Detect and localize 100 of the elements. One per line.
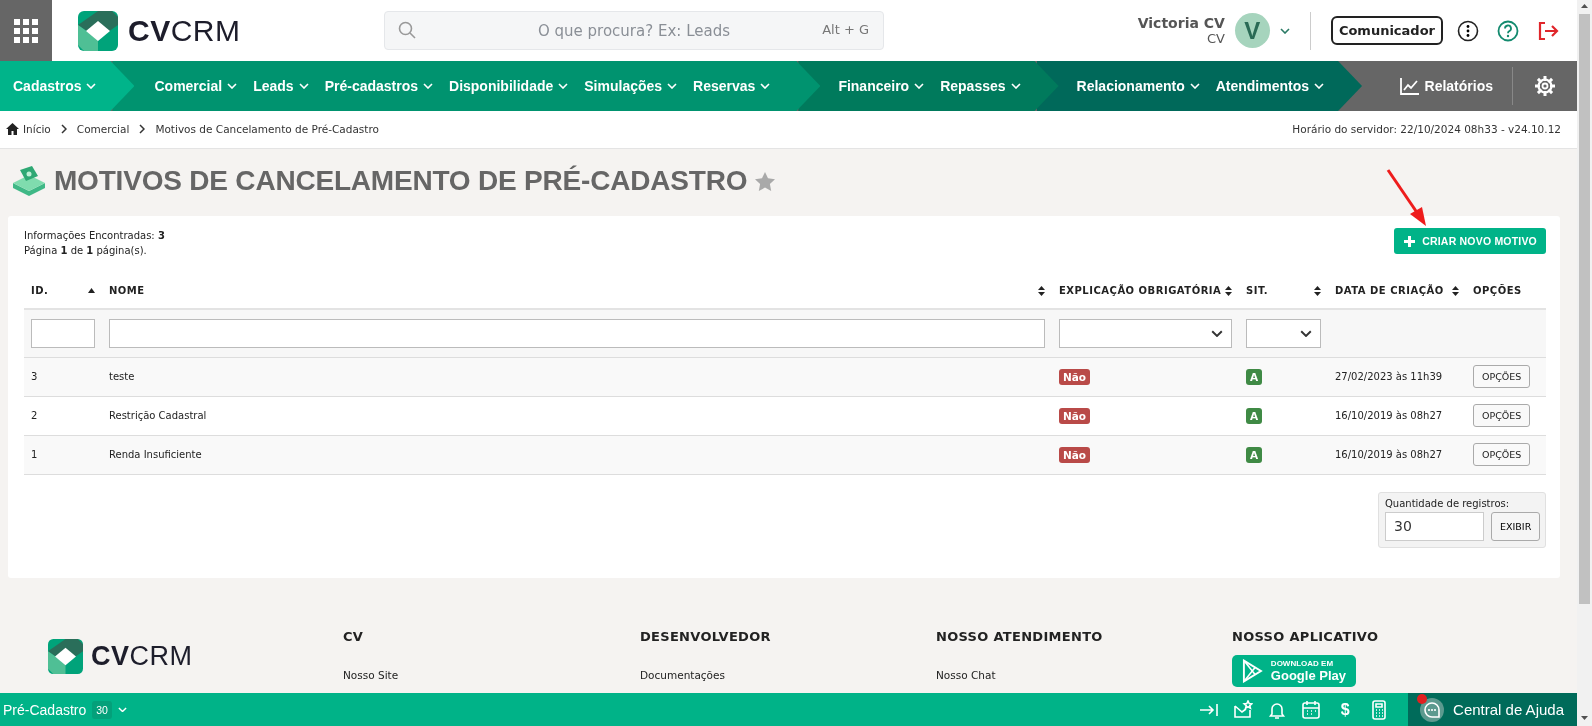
page-size-field[interactable]: 30 (1385, 511, 1484, 541)
column-header: DATA DE CRIAÇÃO (1335, 285, 1444, 296)
table-cell: 16/10/2019 às 08h27 (1335, 410, 1443, 421)
footer-link[interactable]: Documentações (640, 668, 936, 681)
chevron-icon (667, 83, 678, 89)
favorite-star-icon[interactable] (755, 171, 776, 191)
module-name: Pré-Cadastro (3, 701, 87, 718)
show-button[interactable]: EXIBIR (1491, 511, 1541, 541)
page-info: Página 1 de 1 página(s). (24, 244, 148, 258)
sort-icon[interactable] (1038, 285, 1045, 296)
chevron-icon (914, 83, 925, 89)
grid-icon (14, 18, 38, 43)
breadcrumb-link[interactable]: Início (6, 123, 51, 135)
filter-dropdown[interactable] (1059, 318, 1232, 348)
chevron-icon (227, 83, 238, 89)
filter-field[interactable] (31, 318, 95, 348)
table-cell: 3 (31, 371, 38, 382)
chevron-icon (1314, 83, 1325, 89)
chevron-icon (1279, 27, 1290, 34)
module-icon (12, 166, 46, 196)
table-cell: 1 (31, 449, 38, 460)
column-header: EXPLICAÇÃO OBRIGATÓRIA (1059, 285, 1222, 296)
user-role: CV (1206, 30, 1225, 46)
chat-icon (1419, 696, 1446, 723)
logo-text: CVCRM (91, 640, 193, 672)
nav-menu-item[interactable]: Comercial (154, 78, 238, 94)
status-badge: A (1246, 446, 1263, 463)
chevron-icon (86, 83, 97, 89)
breadcrumb-link[interactable]: Comercial (76, 123, 130, 135)
chevron-icon (1211, 329, 1223, 337)
logo-icon (78, 10, 118, 51)
nav-menu-item[interactable]: Leads (253, 78, 309, 94)
nav-menu-item[interactable]: Financeiro (838, 78, 925, 94)
sort-icon[interactable] (1452, 285, 1459, 296)
status-badge: A (1246, 407, 1263, 424)
footer-link[interactable]: Nosso Chat (936, 668, 1232, 681)
nav-menu-item[interactable]: Reservas (693, 78, 771, 94)
column-header: NOME (109, 285, 145, 296)
keyboard-shortcut: Alt + G (822, 22, 869, 37)
column-header: SIT. (1246, 285, 1269, 296)
chevron-icon (139, 124, 146, 134)
more-icon[interactable] (1457, 19, 1479, 42)
footer-heading: NOSSO APLICATIVO (1232, 627, 1380, 644)
page-size-label: Quantidade de registros: (1385, 497, 1510, 509)
status-badge: A (1246, 368, 1263, 385)
table-cell: 16/10/2019 às 08h27 (1335, 449, 1443, 460)
chevron-icon (117, 706, 127, 713)
avatar[interactable]: V (1234, 13, 1270, 48)
options-button[interactable]: OPÇÕES (1473, 365, 1531, 388)
chevron-icon (1010, 83, 1021, 89)
status-badge: Não (1059, 407, 1091, 424)
nav-menu-item[interactable]: Disponibilidade (449, 78, 569, 94)
help-icon[interactable] (1497, 19, 1519, 42)
chart-icon (1399, 77, 1419, 95)
home-icon (6, 123, 19, 135)
results-count: Informações Encontradas: 3 (24, 229, 165, 243)
chevron-icon (1189, 83, 1200, 89)
nav-menu-item[interactable]: Repasses (940, 78, 1021, 94)
nav-menu-item[interactable]: Pré-cadastros (324, 78, 434, 94)
sort-icon[interactable] (1314, 285, 1321, 296)
apps-menu-button[interactable] (0, 0, 52, 61)
column-header: OPÇÕES (1473, 285, 1522, 296)
chevron-icon (60, 124, 67, 134)
table-cell: Restrição Cadastral (109, 410, 207, 421)
reports-link[interactable]: Relatórios (1380, 77, 1512, 95)
options-button[interactable]: OPÇÕES (1473, 404, 1531, 427)
chevron-icon (760, 83, 771, 89)
options-button[interactable]: OPÇÕES (1473, 443, 1531, 466)
sort-icon[interactable] (88, 288, 95, 293)
breadcrumb-current[interactable]: Motivos de Cancelamento de Pré-Cadastro (155, 123, 379, 135)
table-cell: 2 (31, 410, 38, 421)
user-name: Victoria CV (1137, 15, 1225, 31)
status-badge: Não (1059, 368, 1091, 385)
filter-field[interactable] (109, 318, 1045, 348)
footer-heading: CV (343, 627, 365, 644)
footer-link[interactable]: Nosso Site (343, 668, 640, 681)
footer-heading: DESENVOLVEDOR (640, 627, 772, 644)
footer-heading: NOSSO ATENDIMENTO (936, 627, 1104, 644)
table-cell: 27/02/2023 às 11h39 (1335, 371, 1443, 382)
sort-icon[interactable] (1225, 285, 1232, 296)
mail-star-icon[interactable] (1233, 699, 1254, 720)
chevron-icon (558, 83, 569, 89)
calendar-icon[interactable] (1301, 699, 1322, 720)
column-header: ID. (31, 285, 49, 296)
nav-menu-item[interactable]: Relacionamento (1076, 78, 1200, 94)
chevron-icon (1300, 329, 1312, 337)
nav-menu-item[interactable]: Atendimentos (1215, 78, 1325, 94)
settings-icon[interactable] (1535, 76, 1555, 96)
chevron-icon (298, 83, 309, 89)
help-center-button[interactable]: Central de Ajuda (1408, 693, 1577, 726)
table-cell: Renda Insuficiente (109, 449, 202, 460)
plus-icon (1404, 235, 1416, 247)
logout-icon[interactable] (1537, 20, 1559, 41)
logo-text: CVCRM (128, 13, 241, 48)
server-time: Horário do servidor: 22/10/2024 08h33 - v24.10.12 (1292, 123, 1561, 135)
filter-dropdown[interactable] (1246, 318, 1321, 348)
nav-menu-item[interactable]: Simulações (584, 78, 678, 94)
table-cell: teste (109, 371, 135, 382)
logo-icon (48, 638, 83, 674)
communicator-button[interactable]: Comunicador (1330, 16, 1443, 45)
